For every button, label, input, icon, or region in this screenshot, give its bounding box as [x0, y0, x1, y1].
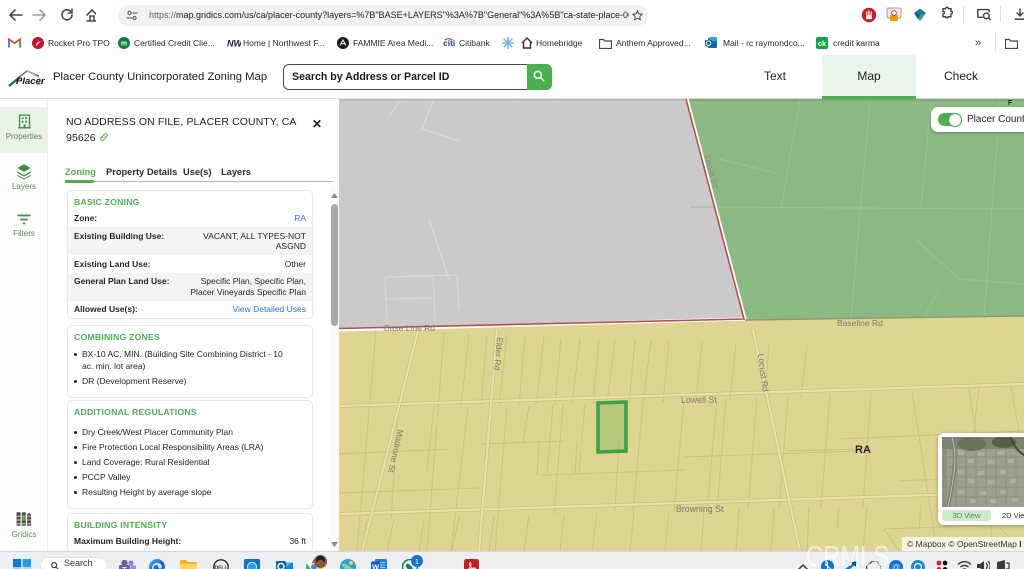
svg-text:NW: NW: [227, 39, 241, 49]
svg-text:Baseline Rd: Baseline Rd: [837, 318, 883, 328]
svg-text:@: @: [892, 563, 900, 569]
svg-text:DELL: DELL: [214, 566, 227, 569]
svg-text:RA: RA: [855, 444, 871, 456]
svg-text:Base Line Rd: Base Line Rd: [384, 323, 435, 333]
svg-text:W: W: [372, 563, 380, 569]
svg-text:Placer: Placer: [16, 76, 46, 87]
svg-text:m: m: [121, 41, 127, 48]
svg-text:Browning St: Browning St: [676, 504, 724, 514]
svg-text:1: 1: [415, 557, 419, 566]
svg-text:ck: ck: [818, 39, 827, 48]
svg-text:Lowell St: Lowell St: [681, 395, 717, 405]
